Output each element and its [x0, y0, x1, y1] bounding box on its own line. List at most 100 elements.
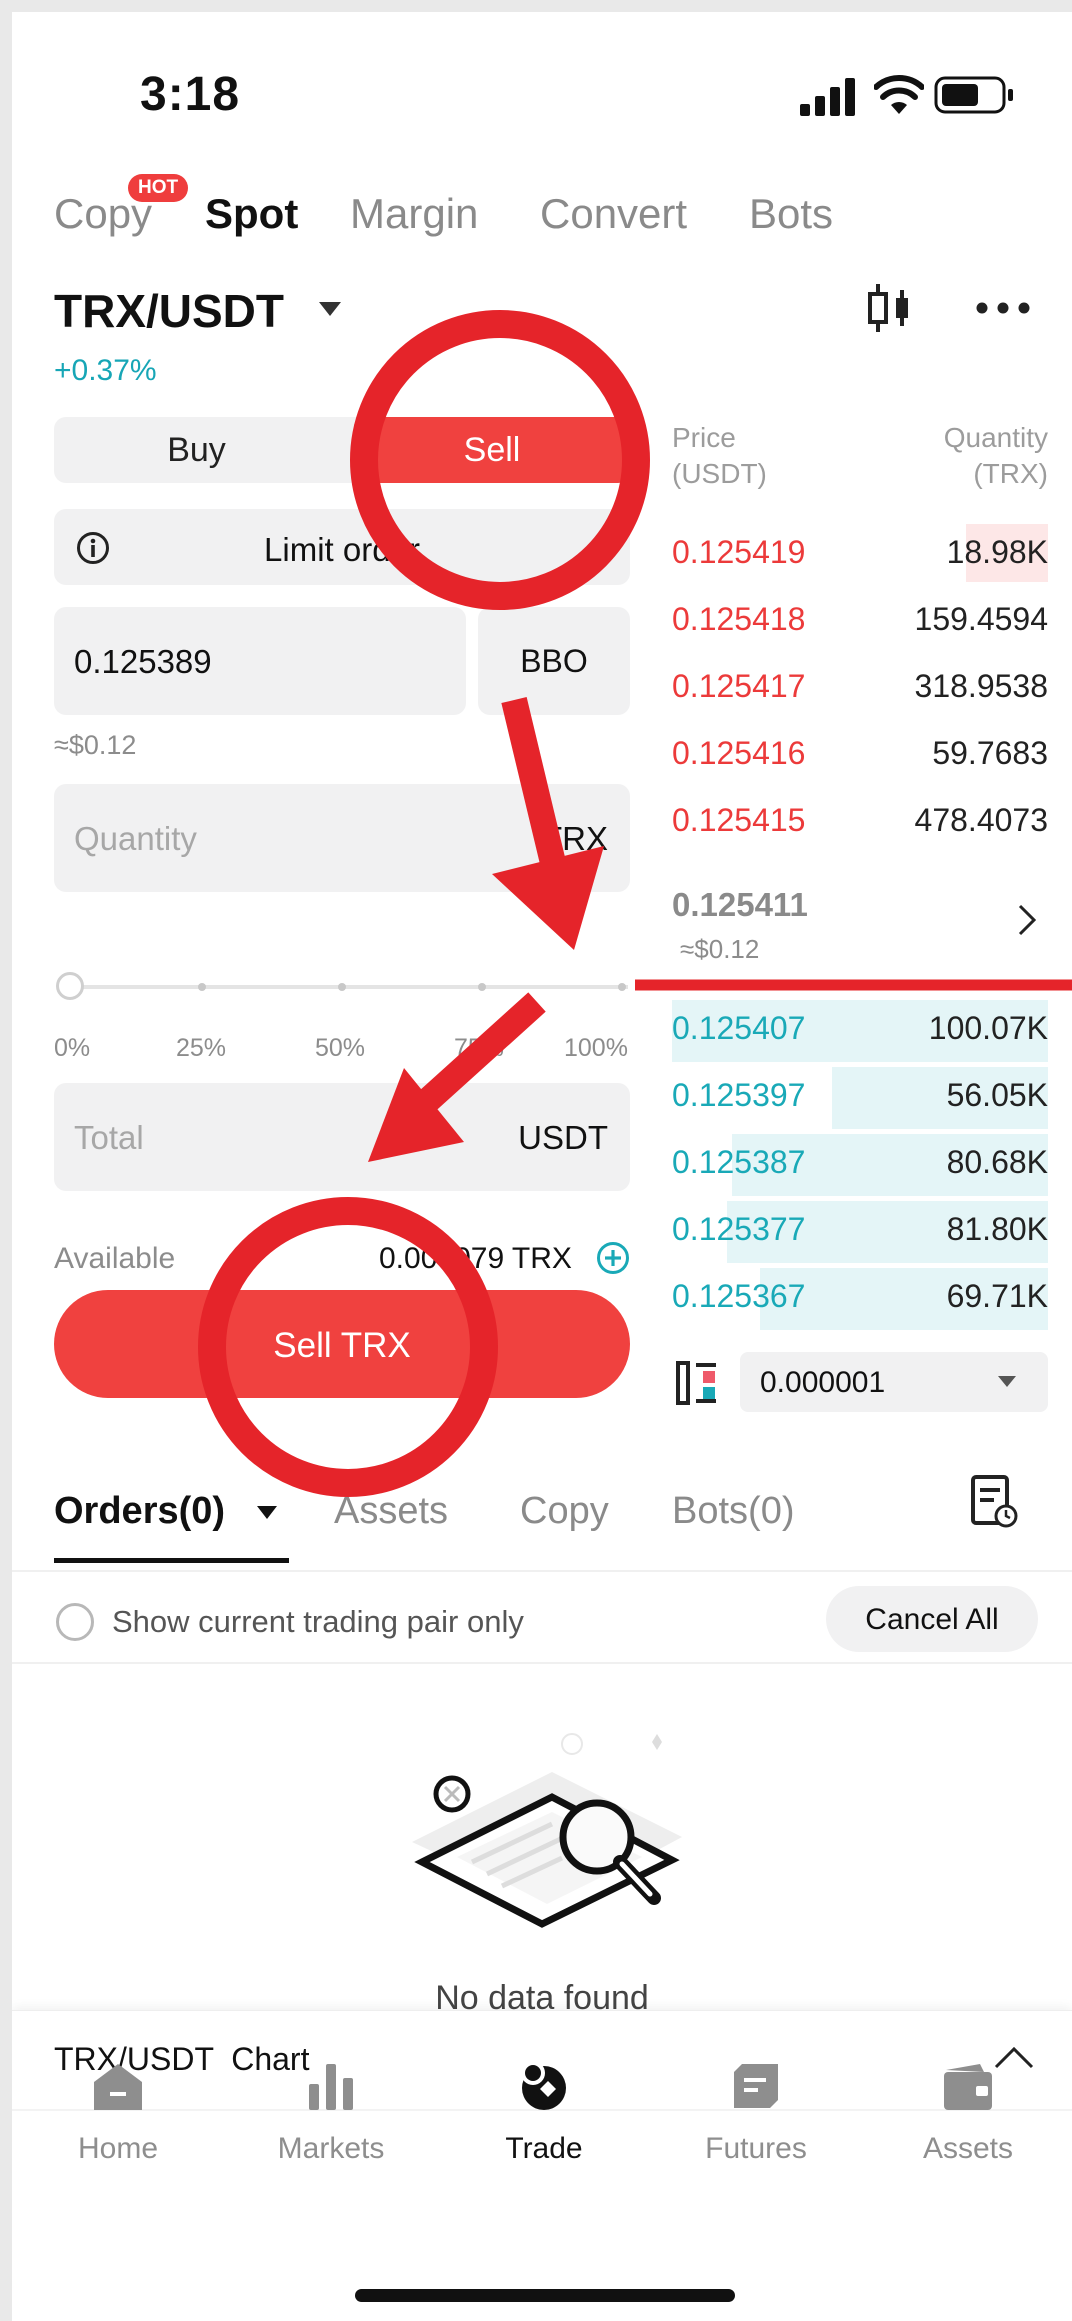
bbo-label: BBO [520, 643, 588, 679]
tab-margin[interactable]: Margin [350, 190, 478, 238]
cancel-all-button[interactable]: Cancel All [826, 1586, 1038, 1652]
slider-label-25: 25% [176, 1034, 227, 1062]
tab-convert[interactable]: Convert [540, 190, 687, 238]
precision-dropdown-icon [998, 1376, 1016, 1387]
current-pair-label: Show current trading pair only [112, 1604, 524, 1639]
sell-trx-label: Sell TRX [273, 1326, 411, 1365]
slider-track[interactable] [68, 985, 628, 989]
nav-trade[interactable]: Trade [454, 2061, 634, 2166]
filter-divider [12, 1662, 1072, 1664]
cancel-all-label: Cancel All [865, 1603, 999, 1636]
order-history-icon[interactable] [970, 1474, 1018, 1530]
signal-icon [800, 78, 855, 116]
chevron-up-icon[interactable] [994, 2045, 1034, 2069]
mid-price[interactable]: 0.125411 [672, 886, 808, 924]
price-input[interactable]: 0.125389 [54, 607, 466, 715]
side-toggle: Buy Sell [54, 417, 630, 483]
sell-trx-button[interactable]: Sell TRX [54, 1290, 630, 1398]
futures-icon [734, 2064, 778, 2108]
price-header-text: Price [672, 422, 736, 453]
orderbook-price-header: Price (USDT) [672, 420, 767, 492]
tab-bots-orders[interactable]: Bots(0) [672, 1490, 794, 1533]
quantity-placeholder: Quantity [74, 820, 197, 857]
slider-label-100: 100% [564, 1034, 628, 1062]
tab-spot[interactable]: Spot [205, 190, 298, 238]
order-type-label: Limit order [264, 531, 420, 568]
slider-handle[interactable] [56, 972, 84, 1000]
wifi-icon [874, 75, 924, 114]
ask-qty: 159.4594 [914, 601, 1048, 637]
depth-view-icon[interactable] [674, 1360, 724, 1406]
qty-header-text: Quantity [943, 422, 1048, 453]
order-type-selector[interactable]: Limit order [54, 509, 630, 585]
quantity-input[interactable]: Quantity TRX [54, 784, 630, 892]
total-unit: USDT [518, 1119, 608, 1156]
available-value: 0.000079 TRX [379, 1242, 572, 1275]
home-indicator [355, 2289, 735, 2302]
total-placeholder: Total [74, 1119, 144, 1156]
total-input[interactable]: Total USDT [54, 1083, 630, 1191]
bbo-button[interactable]: BBO [478, 607, 630, 715]
orders-dropdown-icon[interactable] [257, 1506, 277, 1520]
slider-label-0: 0% [54, 1034, 91, 1062]
precision-selector[interactable]: 0.000001 [740, 1352, 1048, 1412]
tabs-divider [12, 1570, 1072, 1572]
ask-qty: 59.7683 [932, 735, 1048, 771]
tab-orders[interactable]: Orders(0) [54, 1490, 225, 1533]
candlestick-chart-icon[interactable] [866, 282, 914, 334]
precision-value: 0.000001 [760, 1366, 886, 1399]
nav-assets[interactable]: Assets [878, 2064, 1058, 2166]
slider-label-50: 50% [315, 1034, 366, 1062]
ask-qty: 18.98K [946, 534, 1048, 570]
current-pair-checkbox[interactable] [56, 1603, 94, 1641]
app-screen: 3:18 Copy HOT Spot Margin Convert Bots T… [12, 12, 1072, 2321]
quantity-unit: TRX [542, 820, 608, 857]
price-value: 0.125389 [74, 643, 212, 680]
tab-copy-orders[interactable]: Copy [520, 1490, 609, 1533]
bid-qty: 80.68K [946, 1144, 1048, 1180]
battery-icon [934, 76, 1013, 114]
mid-price-approx: ≈$0.12 [680, 934, 760, 964]
add-funds-icon[interactable] [596, 1241, 630, 1275]
tab-assets[interactable]: Assets [334, 1490, 448, 1533]
trade-icon [521, 2061, 566, 2110]
empty-state-icon [412, 1733, 682, 1928]
bid-qty: 56.05K [946, 1077, 1048, 1113]
price-unit-text: (USDT) [672, 458, 767, 489]
markets-icon [309, 2064, 353, 2110]
qty-unit-text: (TRX) [973, 458, 1048, 489]
slider-label-75: 75% [454, 1034, 505, 1062]
price-approx: ≈$0.12 [54, 730, 137, 760]
status-time: 3:18 [140, 68, 241, 121]
slider-dot-50[interactable] [338, 983, 346, 991]
nav-assets-label: Assets [922, 2132, 1014, 2165]
orders-tab-underline [54, 1558, 289, 1563]
tab-bots[interactable]: Bots [749, 190, 833, 238]
price-change: +0.37% [54, 354, 157, 387]
slider-dot-100[interactable] [618, 983, 626, 991]
chevron-right-icon[interactable] [1018, 904, 1036, 936]
nav-markets-label: Markets [277, 2132, 385, 2165]
home-icon [94, 2064, 142, 2110]
pair-dropdown-icon[interactable] [319, 302, 341, 318]
orderbook-qty-header: Quantity (TRX) [848, 420, 1048, 492]
nav-markets[interactable]: Markets [241, 2064, 421, 2166]
nav-futures-label: Futures [705, 2132, 807, 2165]
bid-qty: 81.80K [946, 1211, 1048, 1247]
sell-tab[interactable]: Sell [354, 417, 630, 483]
ask-qty: 318.9538 [914, 668, 1048, 704]
more-options-icon[interactable] [976, 302, 1030, 314]
nav-home[interactable]: Home [28, 2064, 208, 2166]
bid-qty: 100.07K [928, 1010, 1048, 1046]
bid-qty: 69.71K [946, 1278, 1048, 1314]
hot-badge: HOT [128, 174, 189, 202]
slider-dot-75[interactable] [478, 983, 486, 991]
nav-home-label: Home [77, 2132, 159, 2165]
nav-futures[interactable]: Futures [666, 2064, 846, 2166]
buy-tab[interactable]: Buy [54, 417, 339, 483]
pair-selector[interactable]: TRX/USDT [54, 284, 284, 338]
nav-trade-label: Trade [505, 2132, 583, 2165]
available-label: Available [54, 1242, 176, 1275]
assets-icon [944, 2064, 992, 2110]
slider-dot-25[interactable] [198, 983, 206, 991]
